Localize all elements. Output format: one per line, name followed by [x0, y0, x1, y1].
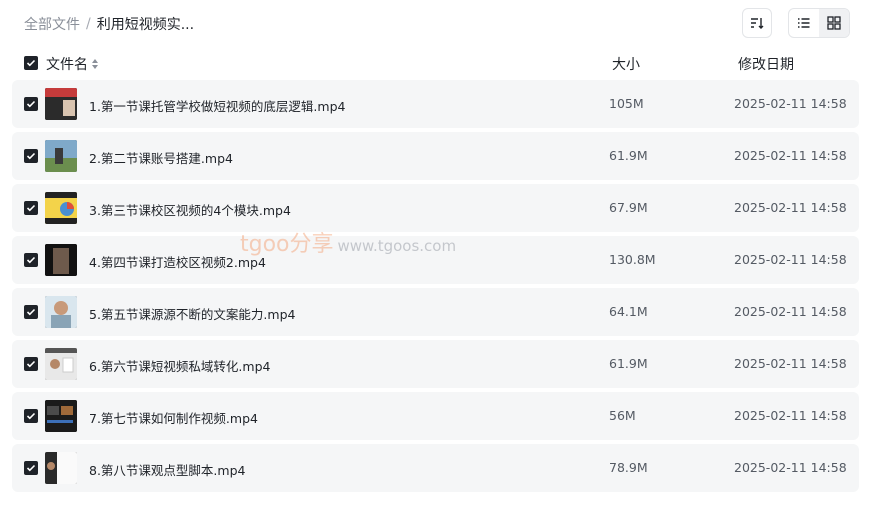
- check-icon: [26, 100, 36, 108]
- file-date: 2025-02-11 14:58: [734, 148, 847, 163]
- table-row[interactable]: 3.第三节课校区视频的4个模块.mp4 67.9M 2025-02-11 14:…: [12, 184, 859, 232]
- video-thumbnail: [45, 192, 77, 224]
- sort-toggle-icon: [92, 59, 98, 69]
- table-row[interactable]: 8.第八节课观点型脚本.mp4 78.9M 2025-02-11 14:58: [12, 444, 859, 492]
- breadcrumb-root-link[interactable]: 全部文件: [24, 14, 80, 34]
- list-view-icon: [798, 18, 810, 28]
- check-icon: [26, 412, 36, 420]
- row-checkbox[interactable]: [24, 97, 38, 111]
- breadcrumb-separator: /: [86, 16, 91, 32]
- file-size: 105M: [609, 96, 644, 111]
- row-checkbox[interactable]: [24, 357, 38, 371]
- file-name[interactable]: 1.第一节课托管学校做短视频的底层逻辑.mp4: [89, 96, 345, 115]
- file-date: 2025-02-11 14:58: [734, 200, 847, 215]
- column-header-name-label: 文件名: [46, 57, 88, 73]
- file-size: 78.9M: [609, 460, 648, 475]
- table-row[interactable]: 5.第五节课源源不断的文案能力.mp4 64.1M 2025-02-11 14:…: [12, 288, 859, 336]
- row-checkbox[interactable]: [24, 409, 38, 423]
- video-thumbnail: [45, 348, 77, 380]
- sort-button[interactable]: [742, 8, 772, 38]
- breadcrumb: 全部文件 / 利用短视频实...: [24, 14, 194, 34]
- video-thumbnail: [45, 244, 77, 276]
- file-name[interactable]: 4.第四节课打造校区视频2.mp4: [89, 252, 266, 271]
- file-date: 2025-02-11 14:58: [734, 356, 847, 371]
- video-thumbnail: [45, 400, 77, 432]
- column-header-size[interactable]: 大小: [612, 54, 640, 74]
- check-icon: [26, 308, 36, 316]
- video-thumbnail: [45, 88, 77, 120]
- toolbar: [742, 8, 850, 38]
- file-name[interactable]: 8.第八节课观点型脚本.mp4: [89, 460, 245, 479]
- breadcrumb-current: 利用短视频实...: [96, 17, 195, 33]
- row-checkbox[interactable]: [24, 201, 38, 215]
- file-list: 1.第一节课托管学校做短视频的底层逻辑.mp4 105M 2025-02-11 …: [12, 80, 859, 496]
- table-row[interactable]: 1.第一节课托管学校做短视频的底层逻辑.mp4 105M 2025-02-11 …: [12, 80, 859, 128]
- list-view-button[interactable]: [789, 9, 819, 37]
- column-header-date[interactable]: 修改日期: [738, 54, 794, 74]
- select-all-checkbox[interactable]: [24, 56, 38, 70]
- row-checkbox[interactable]: [24, 253, 38, 267]
- check-icon: [26, 256, 36, 264]
- table-row[interactable]: 4.第四节课打造校区视频2.mp4 130.8M 2025-02-11 14:5…: [12, 236, 859, 284]
- file-date: 2025-02-11 14:58: [734, 304, 847, 319]
- check-icon: [26, 204, 36, 212]
- file-size: 130.8M: [609, 252, 656, 267]
- check-icon: [26, 59, 36, 67]
- file-date: 2025-02-11 14:58: [734, 408, 847, 423]
- file-date: 2025-02-11 14:58: [734, 96, 847, 111]
- file-size: 56M: [609, 408, 636, 423]
- check-icon: [26, 464, 36, 472]
- grid-view-button[interactable]: [819, 9, 849, 37]
- table-header: 文件名 大小 修改日期: [24, 54, 850, 74]
- file-date: 2025-02-11 14:58: [734, 460, 847, 475]
- video-thumbnail: [45, 452, 77, 484]
- table-row[interactable]: 6.第六节课短视频私域转化.mp4 61.9M 2025-02-11 14:58: [12, 340, 859, 388]
- file-size: 61.9M: [609, 356, 648, 371]
- video-thumbnail: [45, 140, 77, 172]
- grid-view-icon: [827, 16, 841, 30]
- row-checkbox[interactable]: [24, 149, 38, 163]
- file-size: 61.9M: [609, 148, 648, 163]
- check-icon: [26, 152, 36, 160]
- file-name[interactable]: 2.第二节课账号搭建.mp4: [89, 148, 233, 167]
- sort-icon: [751, 18, 764, 29]
- file-name[interactable]: 3.第三节课校区视频的4个模块.mp4: [89, 200, 291, 219]
- file-size: 64.1M: [609, 304, 648, 319]
- row-checkbox[interactable]: [24, 305, 38, 319]
- row-checkbox[interactable]: [24, 461, 38, 475]
- check-icon: [26, 360, 36, 368]
- file-name[interactable]: 5.第五节课源源不断的文案能力.mp4: [89, 304, 295, 323]
- file-size: 67.9M: [609, 200, 648, 215]
- view-toggle: [788, 8, 850, 38]
- file-date: 2025-02-11 14:58: [734, 252, 847, 267]
- file-name[interactable]: 6.第六节课短视频私域转化.mp4: [89, 356, 270, 375]
- file-name[interactable]: 7.第七节课如何制作视频.mp4: [89, 408, 258, 427]
- table-row[interactable]: 2.第二节课账号搭建.mp4 61.9M 2025-02-11 14:58: [12, 132, 859, 180]
- column-header-name[interactable]: 文件名: [46, 54, 99, 74]
- table-row[interactable]: 7.第七节课如何制作视频.mp4 56M 2025-02-11 14:58: [12, 392, 859, 440]
- video-thumbnail: [45, 296, 77, 328]
